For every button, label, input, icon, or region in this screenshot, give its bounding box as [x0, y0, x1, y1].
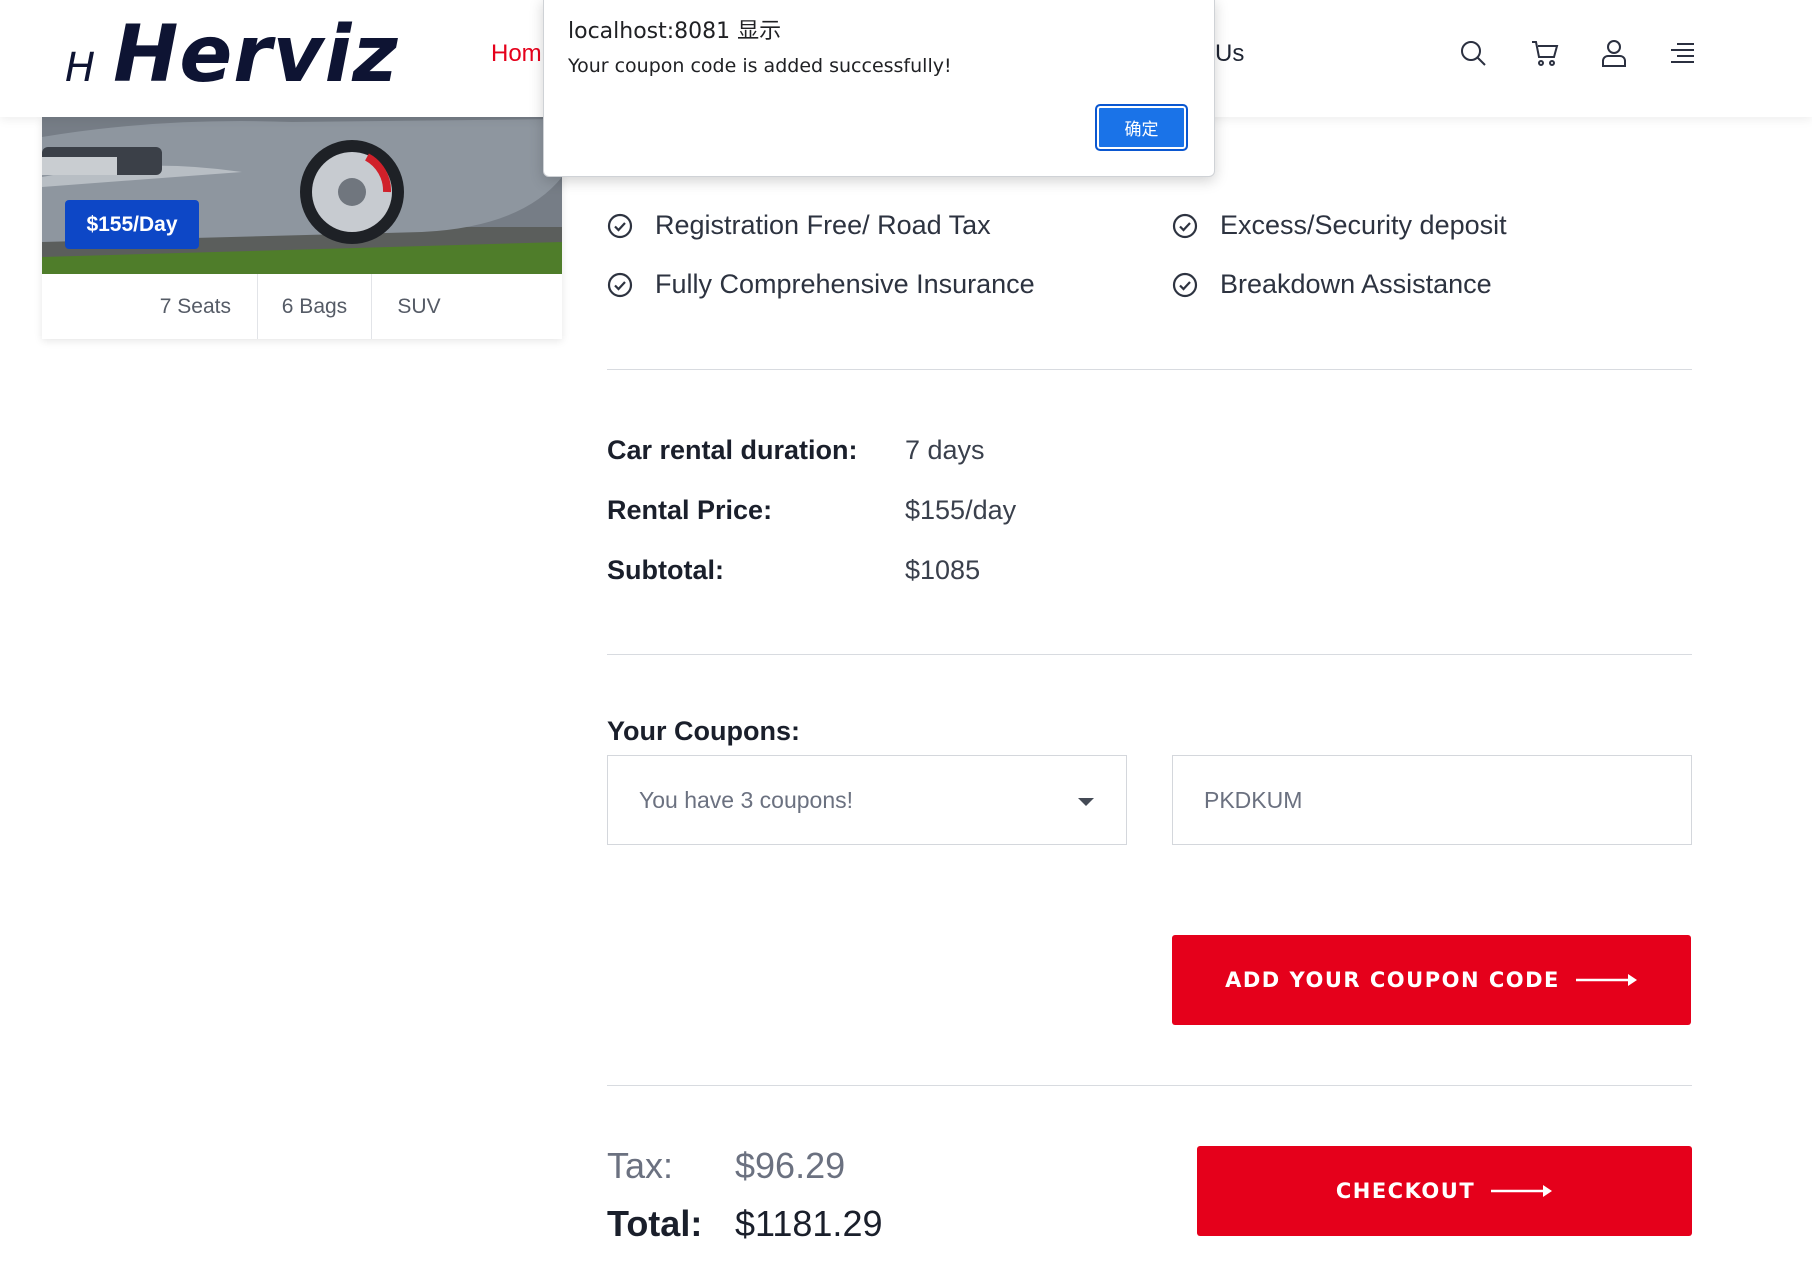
- spec-bags: 6 Bags: [258, 274, 372, 339]
- brand-logo[interactable]: H Herviz: [65, 10, 399, 100]
- caret-down-icon: [1078, 798, 1094, 806]
- arrow-right-icon: [1491, 1185, 1553, 1197]
- check-circle-icon: [1172, 213, 1198, 238]
- add-coupon-button-label: ADD YOUR COUPON CODE: [1225, 968, 1560, 992]
- feature-item: Registration Free/ Road Tax: [607, 210, 991, 241]
- feature-item: Breakdown Assistance: [1172, 269, 1492, 300]
- feature-item: Excess/Security deposit: [1172, 210, 1507, 241]
- rental-price-value: $155/day: [905, 495, 1017, 525]
- nav-link-home[interactable]: Hom: [491, 40, 542, 68]
- duration-label: Car rental duration:: [607, 435, 858, 465]
- check-circle-icon: [607, 213, 633, 238]
- divider: [607, 369, 1692, 370]
- checkout-button[interactable]: CHECKOUT: [1197, 1146, 1692, 1236]
- arrow-right-icon: [1575, 974, 1637, 986]
- coupons-label: Your Coupons:: [607, 716, 800, 746]
- coupon-select-value: You have 3 coupons!: [639, 786, 853, 813]
- feature-label: Excess/Security deposit: [1220, 210, 1507, 240]
- logo-mark: H: [65, 45, 96, 91]
- price-badge: $155/Day: [65, 200, 199, 249]
- feature-item: Fully Comprehensive Insurance: [607, 269, 1035, 300]
- subtotal-value: $1085: [905, 555, 981, 585]
- tax-value: $96.29: [735, 1145, 846, 1186]
- coupon-code-input[interactable]: [1172, 755, 1692, 845]
- user-icon[interactable]: [1599, 38, 1629, 68]
- dialog-title: localhost:8081 显示: [568, 19, 782, 44]
- duration-value: 7 days: [905, 435, 985, 465]
- rental-price-label: Rental Price:: [607, 495, 773, 525]
- subtotal-label: Subtotal:: [607, 555, 724, 585]
- search-icon[interactable]: [1458, 38, 1488, 68]
- dialog-ok-button[interactable]: 确定: [1095, 104, 1188, 151]
- alert-dialog: localhost:8081 显示 Your coupon code is ad…: [543, 0, 1215, 177]
- check-circle-icon: [1172, 272, 1198, 297]
- nav-link-contact-us[interactable]: Us: [1215, 40, 1244, 68]
- feature-label: Breakdown Assistance: [1220, 269, 1492, 299]
- car-image: [42, 117, 562, 274]
- divider: [607, 1085, 1692, 1086]
- spec-seats: 7 Seats: [42, 274, 258, 339]
- tax-label: Tax:: [607, 1145, 674, 1186]
- check-circle-icon: [607, 272, 633, 297]
- car-specs: 7 Seats 6 Bags SUV: [42, 274, 562, 339]
- feature-label: Fully Comprehensive Insurance: [655, 269, 1035, 299]
- divider: [607, 654, 1692, 655]
- feature-label: Registration Free/ Road Tax: [655, 210, 991, 240]
- add-coupon-button[interactable]: ADD YOUR COUPON CODE: [1172, 935, 1691, 1025]
- total-value: $1181.29: [735, 1203, 883, 1244]
- spec-type: SUV: [397, 294, 441, 318]
- total-label: Total:: [607, 1203, 703, 1244]
- dialog-message: Your coupon code is added successfully!: [568, 55, 952, 77]
- logo-text: Herviz: [113, 10, 399, 100]
- checkout-button-label: CHECKOUT: [1335, 1179, 1476, 1203]
- coupon-select[interactable]: You have 3 coupons!: [607, 755, 1127, 845]
- cart-icon[interactable]: [1530, 38, 1560, 68]
- menu-icon[interactable]: [1667, 38, 1697, 68]
